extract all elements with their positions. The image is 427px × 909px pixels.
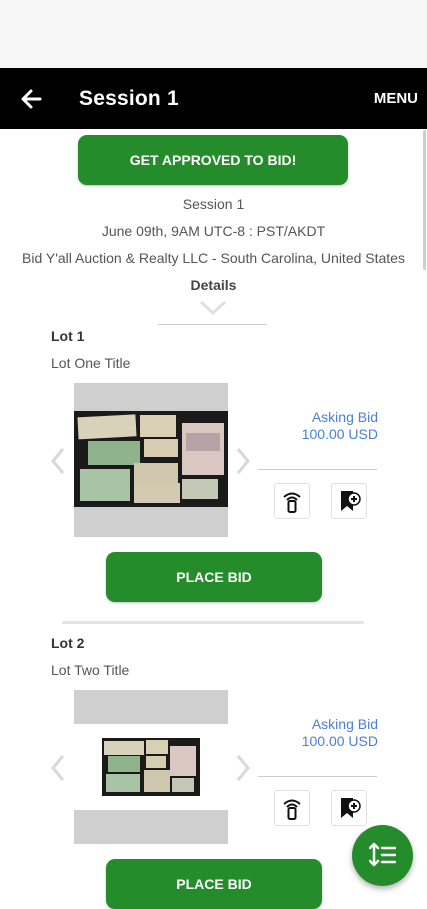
- lot-divider: [62, 621, 364, 624]
- place-bid-button[interactable]: PLACE BID: [106, 552, 322, 602]
- paddle-bid-icon: [283, 492, 301, 513]
- session-date: June 09th, 9AM UTC-8 : PST/AKDT: [101, 223, 326, 239]
- chevron-left-icon[interactable]: [48, 446, 68, 481]
- paddle-bid-button[interactable]: [274, 790, 310, 826]
- menu-button[interactable]: MENU: [374, 90, 418, 107]
- lot-number: Lot 2: [51, 635, 85, 651]
- session-name: Session 1: [182, 196, 245, 212]
- app-bar: Session 1 MENU: [0, 68, 427, 129]
- sort-icon: [369, 842, 396, 867]
- watchlist-add-icon: [341, 798, 361, 818]
- status-bar: [0, 0, 427, 68]
- lot-title[interactable]: Lot One Title: [51, 355, 130, 371]
- get-approved-button[interactable]: GET APPROVED TO BID!: [78, 135, 348, 185]
- page-title: Session 1: [79, 87, 179, 110]
- asking-bid-label: Asking Bid: [311, 716, 378, 732]
- back-arrow-icon[interactable]: [16, 84, 46, 114]
- lot-title[interactable]: Lot Two Title: [51, 662, 129, 678]
- place-bid-button[interactable]: PLACE BID: [106, 859, 322, 909]
- divider: [158, 324, 267, 325]
- add-watchlist-button[interactable]: [331, 483, 367, 519]
- add-watchlist-button[interactable]: [331, 790, 367, 826]
- chevron-down-icon[interactable]: [199, 300, 227, 321]
- chevron-left-icon[interactable]: [48, 753, 68, 788]
- chevron-right-icon[interactable]: [233, 446, 253, 481]
- lot-number: Lot 1: [51, 328, 85, 344]
- divider: [258, 469, 377, 470]
- asking-bid-label: Asking Bid: [311, 409, 378, 425]
- details-toggle[interactable]: Details: [0, 277, 427, 293]
- watchlist-add-icon: [341, 491, 361, 511]
- paddle-bid-button[interactable]: [274, 483, 310, 519]
- lot-image[interactable]: [74, 690, 228, 844]
- sort-button[interactable]: [352, 825, 413, 886]
- asking-bid-value: 100.00 USD: [301, 426, 378, 442]
- lot-image[interactable]: [74, 383, 228, 537]
- paddle-bid-icon: [283, 799, 301, 820]
- divider: [258, 776, 377, 777]
- chevron-right-icon[interactable]: [233, 753, 253, 788]
- asking-bid-value: 100.00 USD: [301, 733, 378, 749]
- auctioneer-location: Bid Y'all Auction & Realty LLC - South C…: [22, 250, 405, 266]
